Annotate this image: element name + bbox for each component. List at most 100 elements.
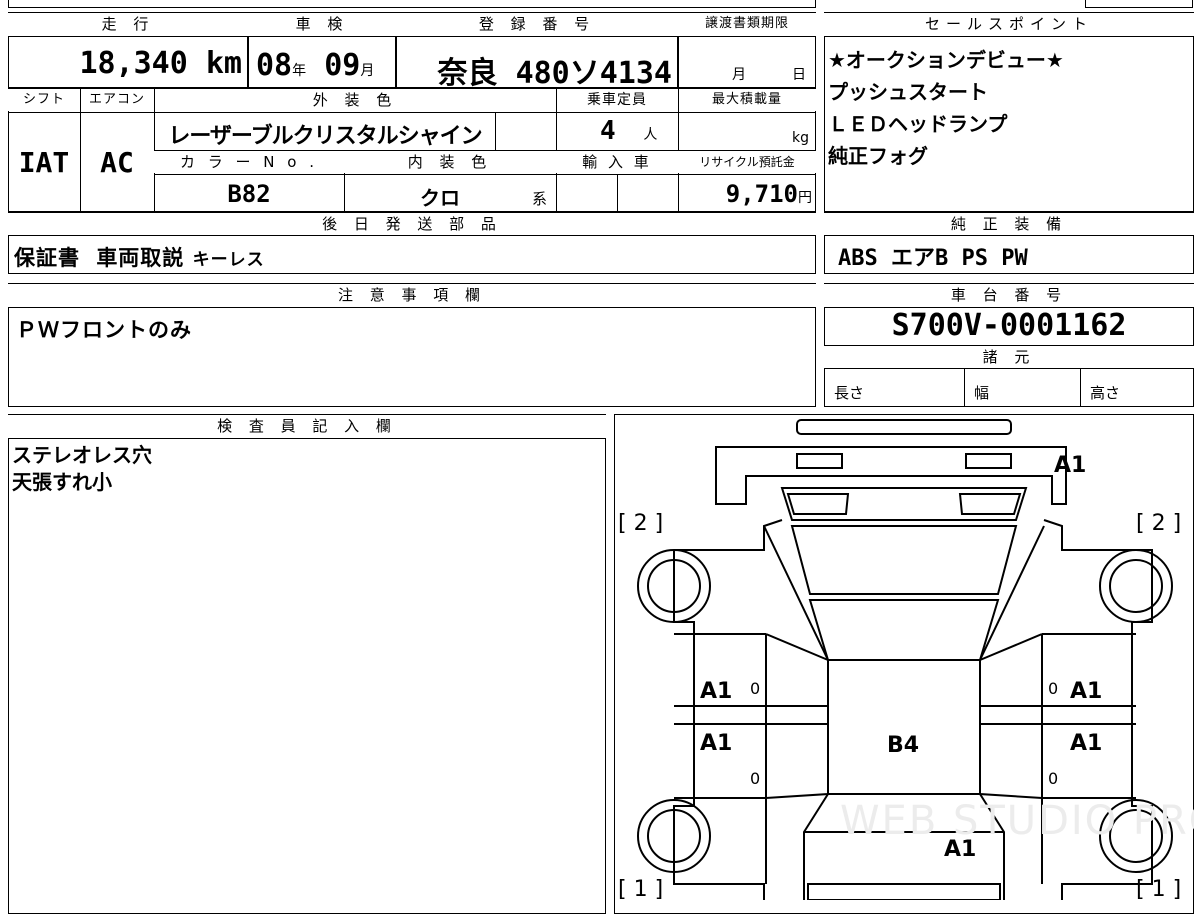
inspection-year-unit: 年 [292,63,307,79]
recycle-fee-number: 9,710 [725,180,798,208]
spec-width: 幅 [974,384,990,402]
exterior-color-header: 外 装 色 [154,89,556,111]
car-diagram: WEB STUDIO PRO A1 A1 A1 A1 A1 B4 A1 [ 2 … [618,419,1194,900]
zero-mark: 0 [1048,679,1058,698]
registration-plate: 奈良 480ソ4134 [400,48,673,92]
divider [495,112,496,150]
registration-area: 奈良 [437,56,498,91]
notes-header: 注 意 事 項 欄 [8,284,816,308]
registration-class: 480 [515,56,570,91]
transfer-month: 月 [732,67,746,83]
capacity-unit: 人 [643,127,658,143]
hood [780,487,1028,521]
ac-value: AC [100,146,134,179]
mark-left-front-door: A1 [700,679,732,704]
registration-number: 4134 [599,56,672,91]
mileage-header: 走 行 [8,13,248,37]
rear-bumper [807,883,1001,900]
mark-right-rear-door: A1 [1070,731,1102,756]
capacity-header: 乗車定員 [556,89,678,111]
zero-mark: 0 [750,769,760,788]
mark-rear: A1 [944,837,976,862]
left-door-frame [765,633,829,799]
spec-height: 高さ [1090,384,1121,402]
sales-point-item: 純正フォグ [828,144,928,168]
front-panel [715,446,1067,505]
watermark: WEB STUDIO PRO [840,798,1194,844]
recycle-fee-header: リサイクル預託金 [678,151,816,173]
sales-points-header: セールスポイント [824,13,1194,37]
spec-length: 長さ [834,384,865,402]
inspector-notes-header: 検 査 員 記 入 欄 [8,415,606,439]
corner-label-front-left: [ 2 ] [618,511,663,536]
ac-header: エアコン [80,89,154,111]
shift-value: IAT [18,146,70,179]
standard-equipment-value: ABS エアB PS PW [838,246,1028,271]
registration-kana: ソ [569,56,600,91]
zero-mark: 0 [750,679,760,698]
inspection-year: 08 [256,48,293,83]
interior-color-suffix: 系 [532,190,548,208]
later-parts-header: 後 日 発 送 部 品 [8,213,816,236]
inspector-notes-list: ステレオレス穴 天張すれ小 [12,442,152,496]
transfer-day: 日 [792,67,806,83]
later-part-item: キーレス [192,250,265,270]
sales-points-list: ★オークションデビュー★ プッシュスタート ＬＥＤヘッドランプ 純正フォグ [828,44,1064,172]
front-bumper-bar [796,419,1012,435]
color-no-header: カ ラ ー N o . [154,151,344,173]
mark-right-front-door: A1 [1070,679,1102,704]
notes-value: ＰＷフロントのみ [16,318,192,342]
sales-point-item: プッシュスタート [828,80,988,104]
capacity-value: 4 人 [600,116,678,146]
headlight-right [965,453,1012,469]
interior-color-header: 内 装 色 [344,151,556,173]
mileage-unit: km [205,46,242,81]
corner-label-front-right: [ 2 ] [1136,511,1181,536]
exterior-color-value: レーザーブルクリスタルシャイン [168,124,482,149]
top-strip-right [1085,0,1193,8]
mileage-number: 18,340 [79,46,188,81]
chassis-number-header: 車 台 番 号 [824,284,1194,308]
capacity-number: 4 [600,116,616,146]
corner-label-rear-right: [ 1 ] [1136,877,1181,900]
divider [1080,369,1081,407]
later-parts-list: 保証書 車両取説 キーレス [14,242,265,272]
front-roof-line [808,599,1000,661]
divider [964,369,965,407]
color-no-value: B82 [227,180,271,208]
inspector-note-item: ステレオレス穴 [12,443,152,467]
standard-equipment-header: 純 正 装 備 [824,213,1194,236]
roof [827,659,981,795]
top-strip [8,0,816,8]
chassis-number-value: S700V-0001162 [891,308,1127,343]
mark-front-top: A1 [1054,453,1086,478]
inspection-month-unit: 月 [360,63,375,79]
mark-roof: B4 [887,733,919,758]
divider [617,174,618,212]
max-load-header: 最大積載量 [678,89,816,111]
interior-color-value: クロ [420,186,460,210]
row3-header-line-bottom [154,174,816,175]
specs-header: 諸 元 [824,345,1194,369]
max-load-unit: kg [792,130,809,146]
shift-header: シフト [8,89,80,111]
hood-vent-right [958,493,1022,515]
import-header: 輸 入 車 [556,151,678,173]
later-part-item: 保証書 [14,246,80,270]
inspection-header: 車 検 [248,13,396,37]
inspection-date: 08年 09月 [256,48,396,83]
headlight-left [796,453,843,469]
right-door-frame [979,633,1043,799]
registration-header: 登 録 番 号 [396,13,678,37]
inspector-note-item: 天張すれ小 [12,470,112,494]
mark-left-rear-door: A1 [700,731,732,756]
later-part-item: 車両取説 [96,246,185,270]
transfer-header: 譲渡書類期限 [678,13,816,37]
sales-point-item: ★オークションデビュー★ [828,48,1064,72]
corner-label-rear-left: [ 1 ] [618,877,663,900]
mileage-value: 18,340 km [20,46,242,81]
zero-mark: 0 [1048,769,1058,788]
sales-point-item: ＬＥＤヘッドランプ [828,112,1008,136]
row2-header-line [8,112,816,113]
windshield [790,525,1018,595]
